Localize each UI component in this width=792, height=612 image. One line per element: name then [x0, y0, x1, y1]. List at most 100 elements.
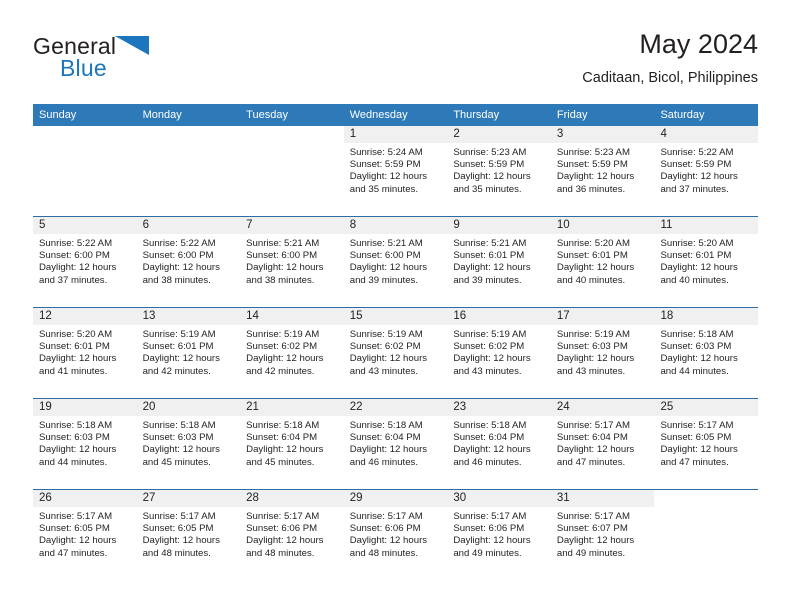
calendar-day-cell[interactable]: 8 Sunrise: 5:21 AM Sunset: 6:00 PM Daylight… [343, 217, 448, 307]
page-header: General Blue May 2024 Caditaan, Bicol, P… [33, 29, 758, 98]
day-details: Sunrise: 5:17 AM Sunset: 6:04 PM Daylight:… [551, 416, 655, 469]
day-sunrise-text: Sunrise: 5:17 AM [556, 420, 630, 431]
calendar-day-cell[interactable]: 27 Sunrise: 5:17 AM Sunset: 6:05 PM Dayligh… [136, 490, 241, 580]
calendar-day-cell[interactable]: 24 Sunrise: 5:17 AM Sunset: 6:04 PM Dayligh… [550, 399, 655, 489]
calendar-day-cell[interactable]: 4 Sunrise: 5:22 AM Sunset: 5:59 PM Daylight… [654, 126, 759, 216]
calendar-day-cell[interactable]: 30 Sunrise: 5:17 AM Sunset: 6:06 PM Dayligh… [447, 490, 551, 580]
day-daylight-text: Daylight: 12 hours [349, 262, 428, 274]
day-daylight-text: Daylight: 12 hours [660, 353, 738, 365]
calendar-day-cell[interactable]: 15 Sunrise: 5:19 AM Sunset: 6:02 PM Dayligh… [343, 308, 448, 398]
calendar-day-cell[interactable]: 14 Sunrise: 5:19 AM Sunset: 6:02 PM Dayligh… [240, 308, 344, 398]
day-details: Sunrise: 5:17 AM Sunset: 6:05 PM Daylight:… [654, 416, 758, 469]
day-number: 9 [453, 219, 460, 231]
day-number-band [33, 126, 137, 143]
day-sunset-text: Sunset: 5:59 PM [660, 159, 732, 171]
calendar-day-cell[interactable]: 1 Sunrise: 5:24 AM Sunset: 5:59 PM Daylight… [343, 126, 448, 216]
calendar-day-cell[interactable]: 25 Sunrise: 5:17 AM Sunset: 6:05 PM Dayligh… [654, 399, 759, 489]
calendar-day-cell[interactable]: 22 Sunrise: 5:18 AM Sunset: 6:04 PM Dayligh… [343, 399, 448, 489]
day-daylight-text: Daylight: 12 hours [453, 171, 531, 183]
day-number: 19 [39, 401, 52, 413]
calendar-day-cell[interactable]: 6 Sunrise: 5:22 AM Sunset: 6:00 PM Daylight… [136, 217, 241, 307]
calendar-day-cell[interactable]: 16 Sunrise: 5:19 AM Sunset: 6:02 PM Dayligh… [447, 308, 551, 398]
day-daylight2-text: and 40 minutes. [556, 274, 626, 286]
calendar-day-cell[interactable]: 11 Sunrise: 5:20 AM Sunset: 6:01 PM Dayligh… [654, 217, 759, 307]
day-sunset-text: Sunset: 6:01 PM [660, 250, 732, 262]
day-number: 14 [246, 310, 259, 322]
day-daylight2-text: and 45 minutes. [142, 456, 211, 468]
day-sunrise-text: Sunrise: 5:22 AM [660, 147, 734, 158]
calendar-day-cell[interactable]: 20 Sunrise: 5:18 AM Sunset: 6:03 PM Dayligh… [136, 399, 241, 489]
day-number: 23 [453, 401, 467, 413]
calendar-day-cell-empty [33, 126, 137, 216]
day-number-band: 16 [447, 308, 551, 325]
brand-logo[interactable]: General Blue [33, 35, 253, 91]
day-number-band: 30 [447, 490, 551, 507]
day-details: Sunrise: 5:18 AM Sunset: 6:04 PM Daylight:… [344, 416, 448, 469]
calendar-day-cell[interactable]: 9 Sunrise: 5:21 AM Sunset: 6:01 PM Daylight… [447, 217, 551, 307]
day-daylight2-text: and 46 minutes. [453, 456, 522, 468]
day-daylight-text: Daylight: 12 hours [556, 444, 635, 456]
day-daylight-text: Daylight: 12 hours [556, 171, 635, 183]
day-number: 13 [142, 310, 156, 322]
day-sunset-text: Sunset: 6:01 PM [556, 250, 628, 262]
day-sunrise-text: Sunrise: 5:23 AM [556, 147, 630, 158]
day-daylight-text: Daylight: 12 hours [660, 444, 738, 456]
day-sunrise-text: Sunrise: 5:18 AM [453, 420, 527, 431]
calendar-week-inner: 1 Sunrise: 5:24 AM Sunset: 5:59 PM Daylight… [33, 126, 759, 216]
day-number-band: 9 [447, 217, 551, 234]
day-daylight-text: Daylight: 12 hours [453, 535, 531, 547]
day-sunset-text: Sunset: 5:59 PM [453, 159, 525, 171]
day-sunrise-text: Sunrise: 5:23 AM [453, 147, 527, 158]
day-number-band: 29 [343, 490, 448, 507]
calendar-day-cell[interactable]: 28 Sunrise: 5:17 AM Sunset: 6:06 PM Dayligh… [240, 490, 344, 580]
day-daylight2-text: and 40 minutes. [660, 274, 729, 286]
calendar-day-cell[interactable]: 19 Sunrise: 5:18 AM Sunset: 6:03 PM Dayligh… [33, 399, 137, 489]
day-sunset-text: Sunset: 6:04 PM [556, 432, 628, 444]
day-number: 29 [349, 492, 363, 504]
calendar-day-cell[interactable]: 29 Sunrise: 5:17 AM Sunset: 6:06 PM Dayligh… [343, 490, 448, 580]
day-number: 25 [660, 401, 674, 413]
day-daylight2-text: and 48 minutes. [246, 547, 315, 559]
day-daylight2-text: and 39 minutes. [453, 274, 522, 286]
calendar-day-cell[interactable]: 31 Sunrise: 5:17 AM Sunset: 6:07 PM Dayligh… [550, 490, 655, 580]
day-details: Sunrise: 5:23 AM Sunset: 5:59 PM Daylight:… [551, 143, 655, 196]
day-sunrise-text: Sunrise: 5:18 AM [142, 420, 216, 431]
day-details: Sunrise: 5:20 AM Sunset: 6:01 PM Daylight:… [551, 234, 655, 287]
calendar-day-cell[interactable]: 12 Sunrise: 5:20 AM Sunset: 6:01 PM Dayligh… [33, 308, 137, 398]
calendar-day-cell[interactable]: 17 Sunrise: 5:19 AM Sunset: 6:03 PM Dayligh… [550, 308, 655, 398]
day-number-band [654, 490, 758, 507]
calendar-week-row: 26 Sunrise: 5:17 AM Sunset: 6:05 PM Dayligh… [33, 489, 758, 580]
calendar-day-cell[interactable]: 23 Sunrise: 5:18 AM Sunset: 6:04 PM Dayligh… [447, 399, 551, 489]
day-number: 22 [349, 401, 363, 413]
day-daylight-text: Daylight: 12 hours [660, 262, 738, 274]
day-sunset-text: Sunset: 6:01 PM [39, 341, 110, 353]
day-sunset-text: Sunset: 6:06 PM [246, 523, 318, 535]
calendar-day-cell[interactable]: 5 Sunrise: 5:22 AM Sunset: 6:00 PM Daylight… [33, 217, 137, 307]
day-number: 17 [556, 310, 570, 322]
day-number-band: 3 [550, 126, 655, 143]
calendar-day-cell[interactable]: 10 Sunrise: 5:20 AM Sunset: 6:01 PM Dayligh… [550, 217, 655, 307]
calendar-day-cell[interactable]: 3 Sunrise: 5:23 AM Sunset: 5:59 PM Daylight… [550, 126, 655, 216]
day-number-band: 25 [654, 399, 759, 416]
day-number: 18 [660, 310, 674, 322]
day-sunset-text: Sunset: 6:05 PM [142, 523, 214, 535]
day-details: Sunrise: 5:18 AM Sunset: 6:03 PM Daylight:… [654, 325, 758, 378]
calendar-day-cell[interactable]: 18 Sunrise: 5:18 AM Sunset: 6:03 PM Dayligh… [654, 308, 759, 398]
calendar-day-cell[interactable]: 26 Sunrise: 5:17 AM Sunset: 6:05 PM Dayligh… [33, 490, 137, 580]
day-sunrise-text: Sunrise: 5:18 AM [660, 329, 734, 340]
day-daylight-text: Daylight: 12 hours [246, 353, 324, 365]
day-details: Sunrise: 5:20 AM Sunset: 6:01 PM Daylight:… [33, 325, 137, 378]
calendar-day-cell[interactable]: 13 Sunrise: 5:19 AM Sunset: 6:01 PM Dayligh… [136, 308, 241, 398]
day-sunrise-text: Sunrise: 5:18 AM [39, 420, 113, 431]
day-details: Sunrise: 5:19 AM Sunset: 6:02 PM Daylight:… [447, 325, 551, 378]
day-daylight2-text: and 43 minutes. [453, 365, 522, 377]
calendar-day-cell[interactable]: 2 Sunrise: 5:23 AM Sunset: 5:59 PM Daylight… [447, 126, 551, 216]
page-title: May 2024 [639, 29, 758, 59]
day-number: 5 [39, 219, 46, 231]
day-sunset-text: Sunset: 6:03 PM [660, 341, 732, 353]
weekday-tuesday: Tuesday [246, 109, 288, 121]
calendar-day-cell[interactable]: 7 Sunrise: 5:21 AM Sunset: 6:00 PM Daylight… [240, 217, 344, 307]
day-sunset-text: Sunset: 6:03 PM [39, 432, 110, 444]
day-details: Sunrise: 5:22 AM Sunset: 5:59 PM Daylight:… [654, 143, 758, 196]
calendar-day-cell[interactable]: 21 Sunrise: 5:18 AM Sunset: 6:04 PM Dayligh… [240, 399, 344, 489]
